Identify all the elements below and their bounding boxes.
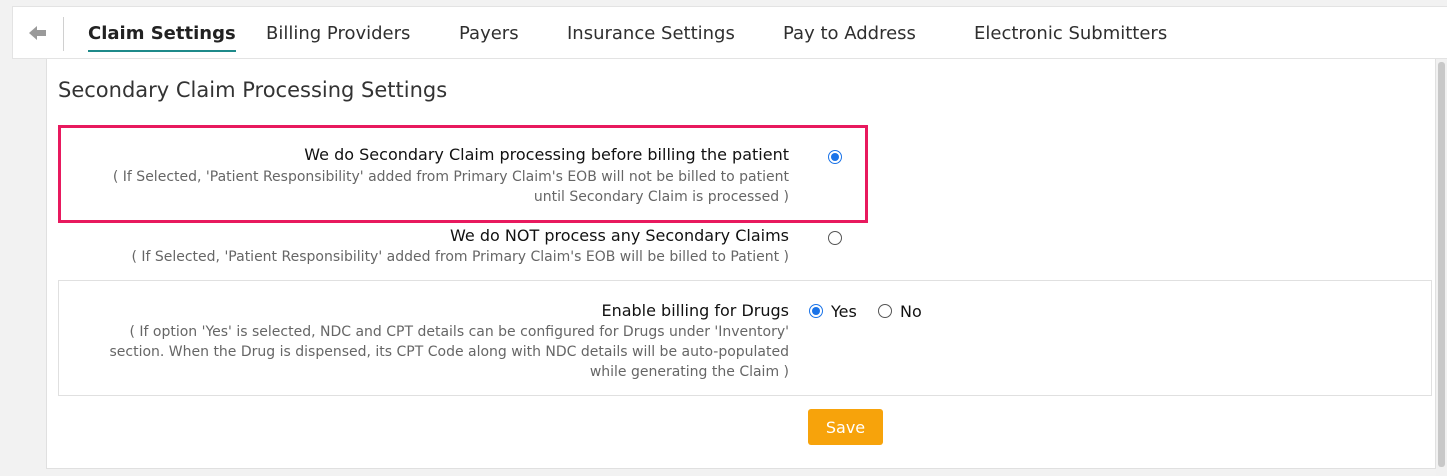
tab-pay-to-address[interactable]: Pay to Address [783,23,916,44]
tab-payers[interactable]: Payers [459,23,519,44]
drugs-billing-label: Enable billing for Drugs [601,301,789,320]
tab-bar: Claim Settings Billing Providers Payers … [12,6,1447,59]
tab-claim-settings[interactable]: Claim Settings [88,23,236,52]
back-arrow-icon[interactable] [25,21,49,45]
tab-billing-providers[interactable]: Billing Providers [266,23,410,44]
save-button[interactable]: Save [808,409,883,445]
option-no-secondary-radio[interactable] [828,231,842,245]
option-secondary-before-billing-label: We do Secondary Claim processing before … [304,145,789,164]
option-no-secondary-note: ( If Selected, 'Patient Responsibility' … [131,249,789,265]
drugs-billing-note: ( If option 'Yes' is selected, NDC and C… [109,324,789,380]
tab-divider [63,17,64,51]
tab-insurance-settings[interactable]: Insurance Settings [567,23,735,44]
option-no-secondary-label: We do NOT process any Secondary Claims [450,226,789,245]
option-secondary-before-billing-note: ( If Selected, 'Patient Responsibility' … [112,169,789,205]
scrollbar-thumb[interactable] [1438,62,1445,467]
drugs-billing-no-radio[interactable] [878,304,892,318]
drugs-billing-yes-label[interactable]: Yes [831,302,857,321]
drugs-billing-yes-radio[interactable] [809,304,823,318]
drugs-billing-no-label[interactable]: No [900,302,922,321]
section-title: Secondary Claim Processing Settings [58,78,448,102]
tab-electronic-submitters[interactable]: Electronic Submitters [974,23,1167,44]
option-secondary-before-billing-radio[interactable] [828,150,842,164]
